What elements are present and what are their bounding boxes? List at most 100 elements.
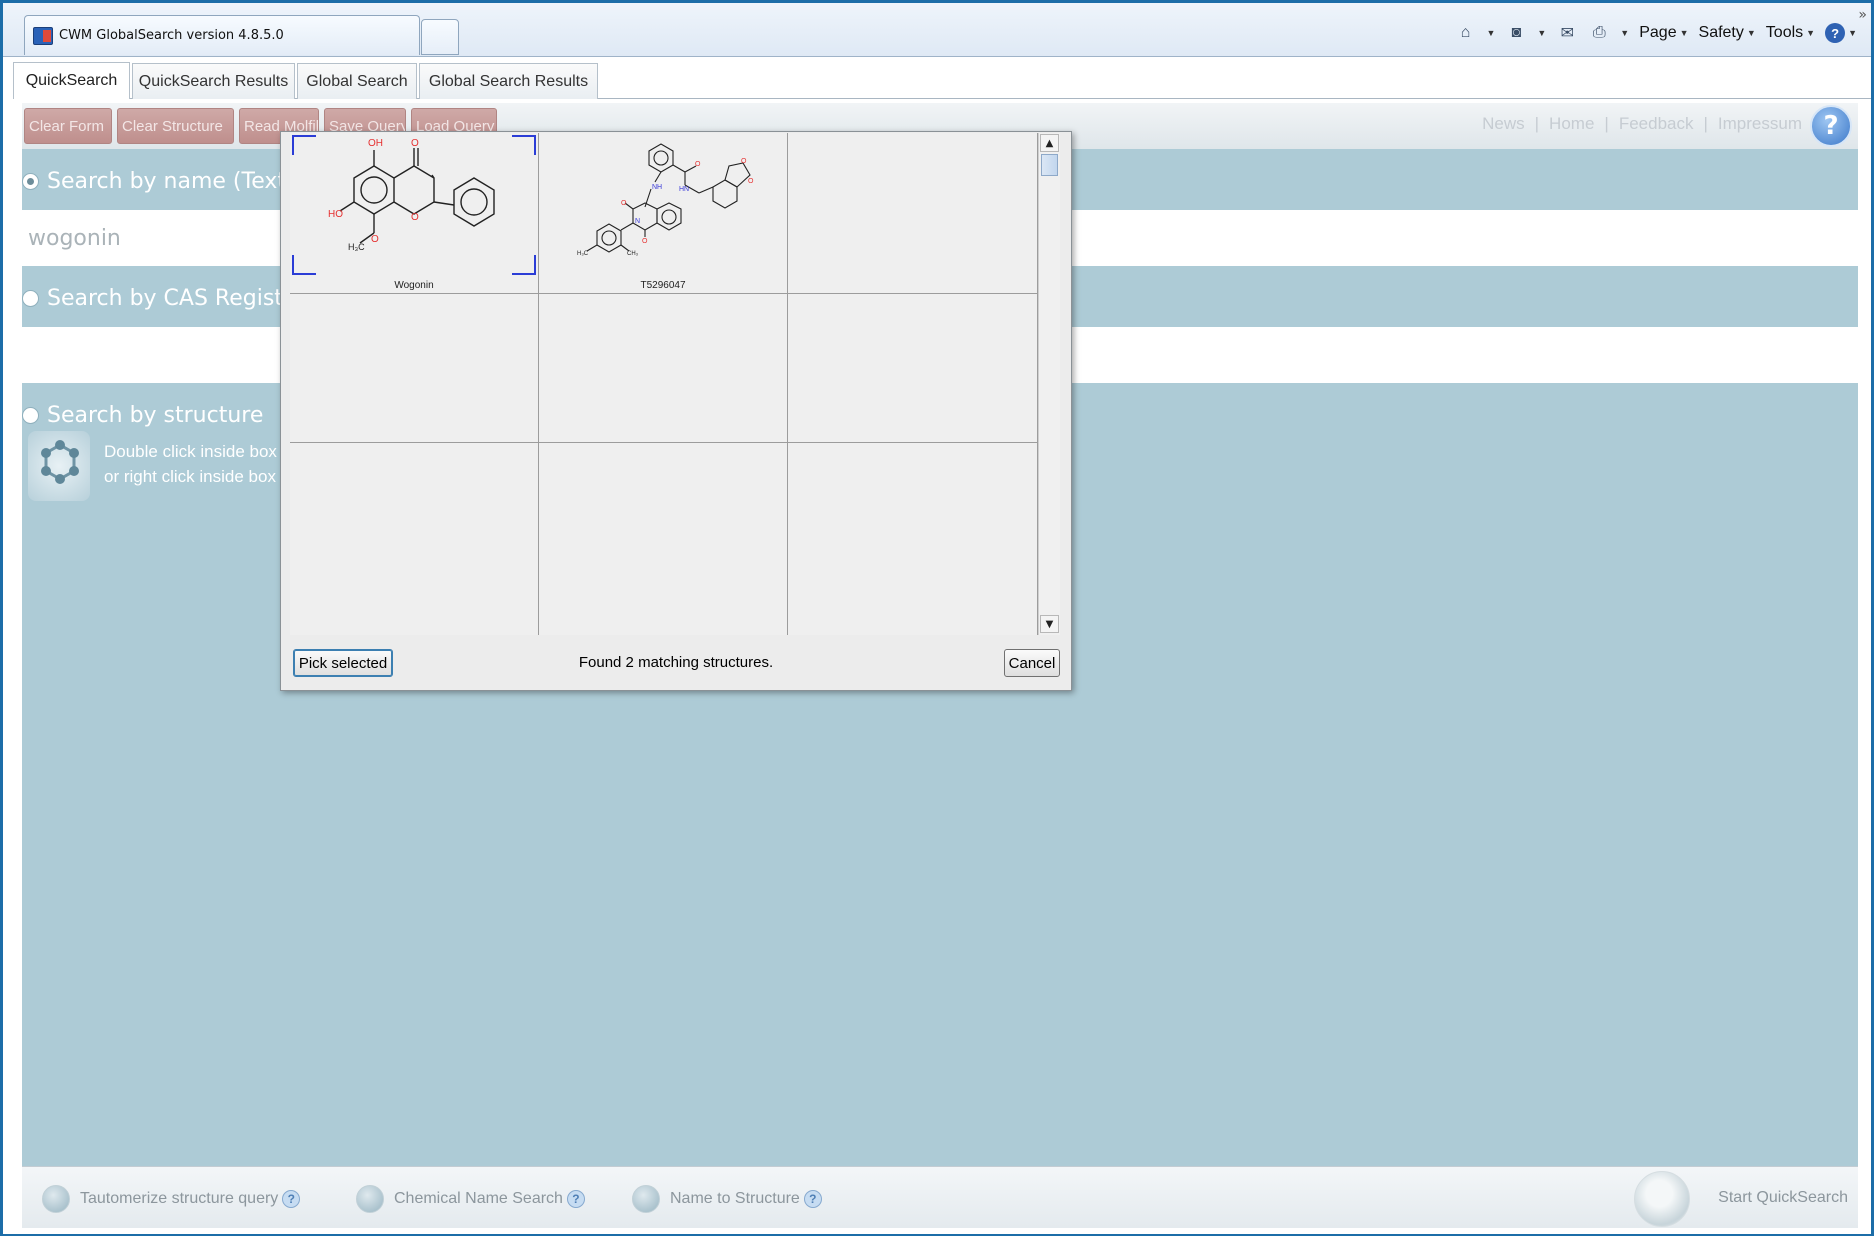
wogonin-structure-drawing: OH O O HO O H₃C: [328, 138, 495, 252]
structure-cell-empty: [539, 443, 788, 635]
app-favicon-icon: [33, 26, 53, 45]
new-tab-button[interactable]: [421, 19, 459, 55]
app-tab-bar: QuickSearch QuickSearch Results Global S…: [13, 59, 1871, 99]
home-dropdown-icon[interactable]: ▼: [1486, 28, 1495, 38]
tab-global-search-results[interactable]: Global Search Results: [419, 63, 598, 99]
clear-form-button[interactable]: Clear Form: [24, 108, 112, 144]
tautomerize-option[interactable]: Tautomerize structure query ?: [42, 1185, 301, 1213]
tab-quicksearch-results[interactable]: QuickSearch Results: [132, 63, 295, 99]
browser-tab-strip: CWM GlobalSearch version 4.8.5.0 ⌂ ▼ ◙ ▼…: [3, 3, 1871, 57]
mail-icon[interactable]: ✉: [1556, 22, 1578, 44]
help-icon: ?: [1825, 23, 1846, 43]
chevron-down-icon: ▼: [1806, 28, 1816, 38]
svg-text:O: O: [411, 212, 419, 223]
search-by-structure-option[interactable]: Search by structure: [22, 395, 263, 435]
svg-text:OH: OH: [368, 138, 383, 149]
page-menu-label: Page: [1639, 24, 1677, 41]
browser-tab[interactable]: CWM GlobalSearch version 4.8.5.0: [24, 15, 420, 55]
page-menu[interactable]: Page ▼: [1639, 24, 1688, 42]
overflow-chevrons-icon[interactable]: »: [1858, 7, 1867, 23]
feeds-dropdown-icon[interactable]: ▼: [1537, 28, 1546, 38]
print-icon[interactable]: ⎙: [1588, 22, 1610, 44]
name-radio[interactable]: [22, 172, 39, 190]
home-icon[interactable]: ⌂: [1454, 22, 1476, 44]
structure-cell-empty: [788, 294, 1038, 443]
tab-quicksearch[interactable]: QuickSearch: [13, 62, 130, 99]
search-by-name-option[interactable]: Search by name (Text): [22, 161, 295, 201]
svg-text:CH₃: CH₃: [627, 251, 639, 257]
tautomerize-label: Tautomerize structure query: [80, 1190, 279, 1207]
grid-scrollbar[interactable]: ▲ ▼: [1038, 133, 1060, 635]
chevron-down-icon: ▼: [1746, 28, 1756, 38]
chemical-name-label: Chemical Name Search: [394, 1190, 563, 1207]
home-link[interactable]: Home: [1549, 114, 1594, 134]
svg-text:O: O: [411, 138, 419, 149]
tautomerize-help-icon[interactable]: ?: [282, 1190, 301, 1208]
svg-text:HN: HN: [679, 186, 689, 193]
print-dropdown-icon[interactable]: ▼: [1620, 28, 1629, 38]
cancel-button[interactable]: Cancel: [1004, 649, 1060, 677]
structure-editor-icon[interactable]: [28, 431, 90, 501]
safety-menu[interactable]: Safety ▼: [1699, 24, 1756, 42]
structure-cell-empty: [290, 443, 539, 635]
structure-name: Wogonin: [394, 280, 434, 291]
selection-corner: [292, 255, 316, 275]
structure-cell-empty: [290, 294, 539, 443]
link-separator: |: [1703, 114, 1708, 133]
clear-structure-button[interactable]: Clear Structure: [117, 108, 234, 144]
svg-text:H₃C: H₃C: [577, 251, 589, 257]
name-to-structure-label: Name to Structure: [670, 1190, 800, 1207]
structure-radio[interactable]: [22, 406, 39, 424]
chevron-down-icon: ▼: [1848, 28, 1857, 38]
browser-window: CWM GlobalSearch version 4.8.5.0 ⌂ ▼ ◙ ▼…: [3, 3, 1871, 1234]
search-by-name-label: Search by name (Text): [47, 168, 295, 194]
help-icon[interactable]: ?: [1810, 105, 1852, 147]
structure-cell-empty: [788, 443, 1038, 635]
svg-text:O: O: [621, 200, 627, 207]
name-to-structure-help-icon[interactable]: ?: [803, 1190, 822, 1208]
tools-menu[interactable]: Tools ▼: [1766, 24, 1815, 42]
scroll-down-icon[interactable]: ▼: [1040, 615, 1059, 633]
feedback-link[interactable]: Feedback: [1619, 114, 1694, 134]
svg-text:O: O: [695, 161, 701, 168]
help-menu[interactable]: ? ▼: [1825, 23, 1857, 43]
tools-menu-label: Tools: [1765, 24, 1804, 41]
scroll-up-icon[interactable]: ▲: [1040, 134, 1059, 152]
structure-cell-empty: [788, 133, 1038, 294]
start-quicksearch-label[interactable]: Start QuickSearch: [1718, 1189, 1848, 1207]
selection-corner: [512, 135, 536, 155]
selection-corner: [512, 255, 536, 275]
chemical-name-toggle[interactable]: [356, 1185, 384, 1213]
name-to-structure-option[interactable]: Name to Structure ?: [632, 1185, 822, 1213]
link-separator: |: [1604, 114, 1609, 133]
svg-text:O: O: [748, 178, 754, 185]
chemical-name-option[interactable]: Chemical Name Search ?: [356, 1185, 585, 1213]
impressum-link[interactable]: Impressum: [1718, 114, 1802, 134]
safety-menu-label: Safety: [1698, 24, 1744, 41]
chevron-down-icon: ▼: [1679, 28, 1689, 38]
feeds-icon[interactable]: ◙: [1505, 22, 1527, 44]
structure-grid: OH O O HO O H₃C Wogonin NH HN N O O O O …: [290, 133, 1038, 635]
start-quicksearch-button[interactable]: [1634, 1171, 1690, 1227]
svg-text:O: O: [642, 238, 648, 245]
news-link[interactable]: News: [1482, 114, 1525, 134]
match-status: Found 2 matching structures.: [578, 654, 774, 671]
structure-cell-empty: [539, 294, 788, 443]
command-bar: ⌂ ▼ ◙ ▼ ✉ ⎙ ▼ Page ▼ Safety ▼ Tools ▼ ? ▼: [1454, 19, 1857, 47]
scroll-thumb[interactable]: [1041, 154, 1058, 176]
tautomerize-toggle[interactable]: [42, 1185, 70, 1213]
link-separator: |: [1534, 114, 1540, 133]
tab-global-search[interactable]: Global Search: [297, 63, 417, 99]
name-to-structure-toggle[interactable]: [632, 1185, 660, 1213]
structure-cell-wogonin[interactable]: OH O O HO O H₃C Wogonin: [290, 133, 539, 294]
browser-tab-title: CWM GlobalSearch version 4.8.5.0: [59, 28, 284, 43]
svg-text:O: O: [371, 234, 379, 245]
search-by-structure-label: Search by structure: [47, 402, 264, 428]
structure-name: T5296047: [640, 280, 686, 291]
cas-radio[interactable]: [22, 289, 39, 307]
svg-text:NH: NH: [652, 184, 662, 191]
structure-cell-t5296047[interactable]: NH HN N O O O O O H₃C CH₃ T5296047: [539, 133, 788, 294]
chemical-name-help-icon[interactable]: ?: [566, 1190, 585, 1208]
molecule-icon: [41, 440, 79, 484]
options-bar: Tautomerize structure query ? Chemical N…: [22, 1166, 1858, 1228]
